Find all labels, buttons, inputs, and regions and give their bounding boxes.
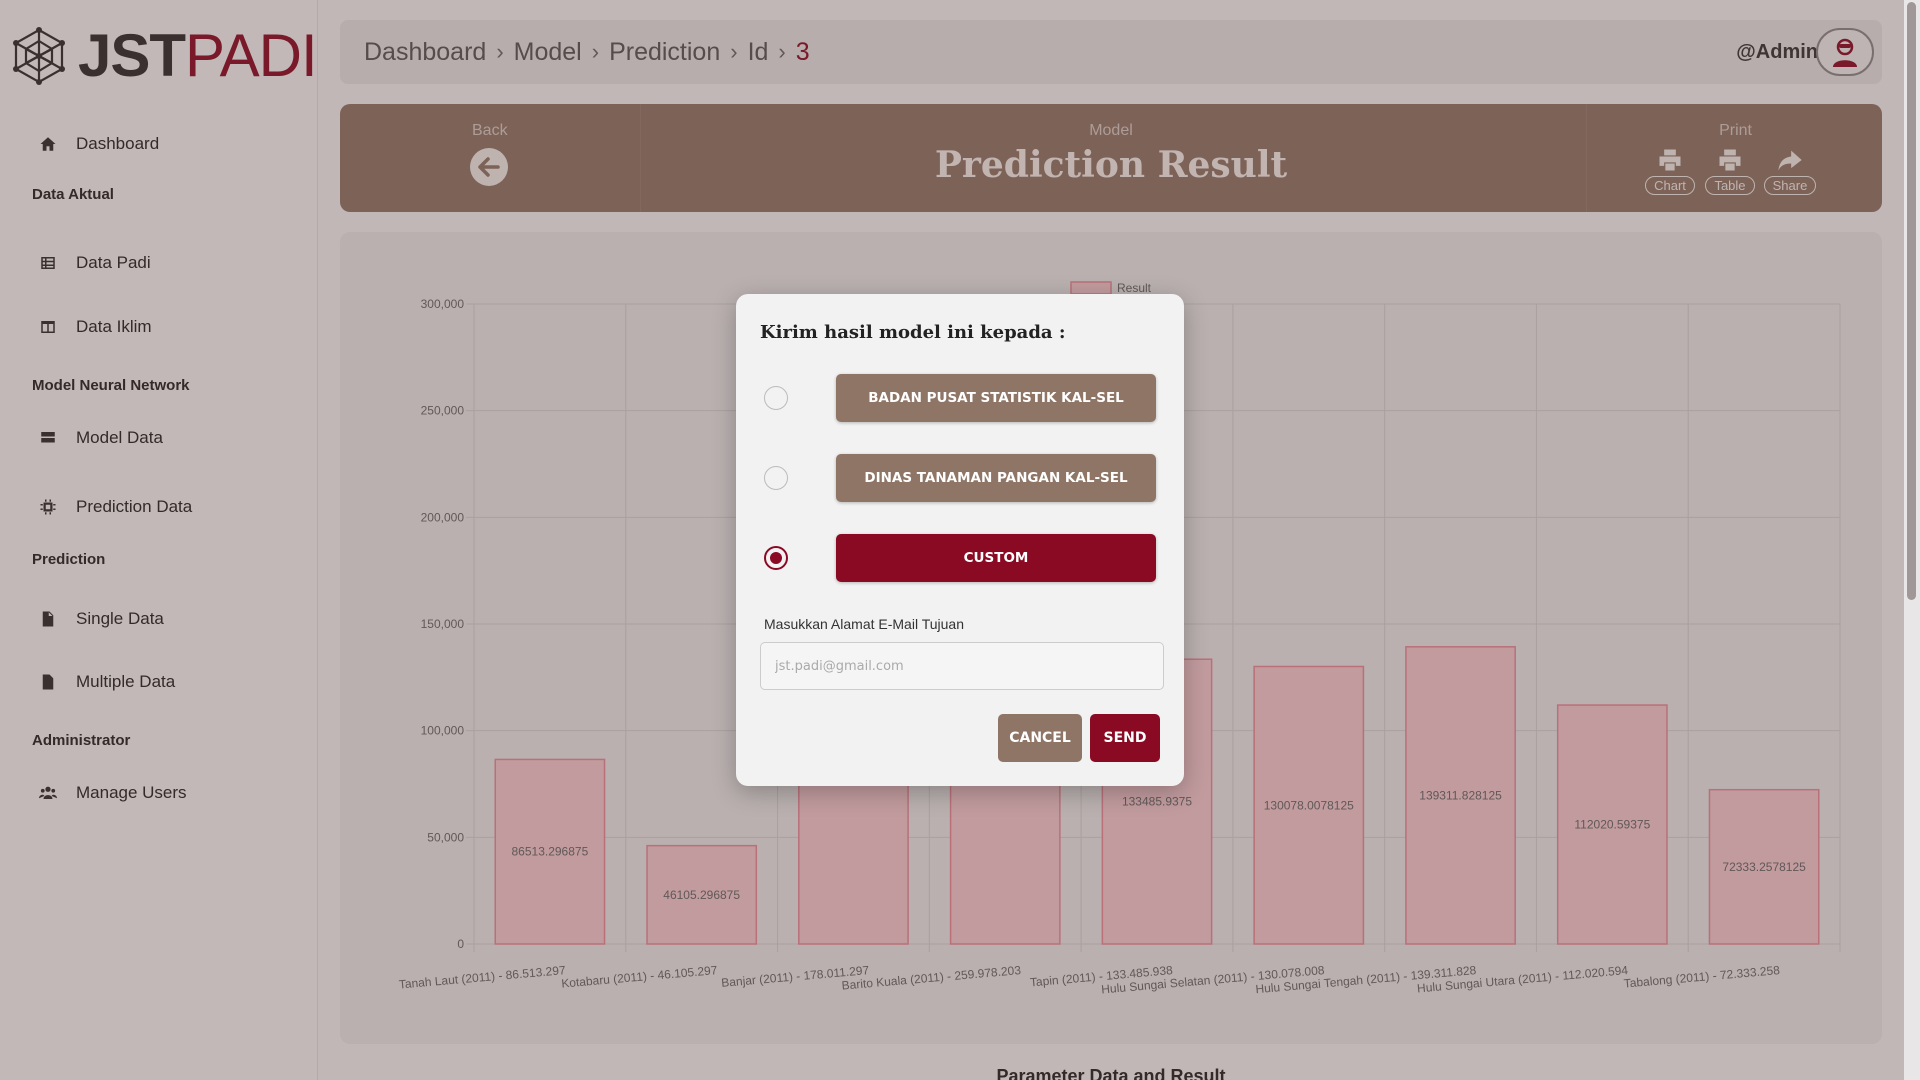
recipient-option: CUSTOM (760, 534, 1160, 582)
recipient-radio[interactable] (764, 386, 788, 410)
recipient-option: BADAN PUSAT STATISTIK KAL-SEL (760, 374, 1160, 422)
recipient-option-button[interactable]: CUSTOM (836, 534, 1156, 582)
recipient-option-button[interactable]: DINAS TANAMAN PANGAN KAL-SEL (836, 454, 1156, 502)
recipient-option: DINAS TANAMAN PANGAN KAL-SEL (760, 454, 1160, 502)
share-modal: Kirim hasil model ini kepada : BADAN PUS… (736, 294, 1184, 786)
scrollbar-thumb[interactable] (1907, 2, 1916, 600)
email-input[interactable] (760, 642, 1164, 690)
page-scrollbar[interactable] (1904, 0, 1920, 1080)
recipient-option-button[interactable]: BADAN PUSAT STATISTIK KAL-SEL (836, 374, 1156, 422)
cancel-button[interactable]: CANCEL (998, 714, 1082, 762)
email-label: Masukkan Alamat E-Mail Tujuan (764, 616, 964, 632)
recipient-radio[interactable] (764, 466, 788, 490)
modal-title: Kirim hasil model ini kepada : (760, 322, 1066, 343)
recipient-radio[interactable] (764, 546, 788, 570)
send-button[interactable]: SEND (1090, 714, 1160, 762)
